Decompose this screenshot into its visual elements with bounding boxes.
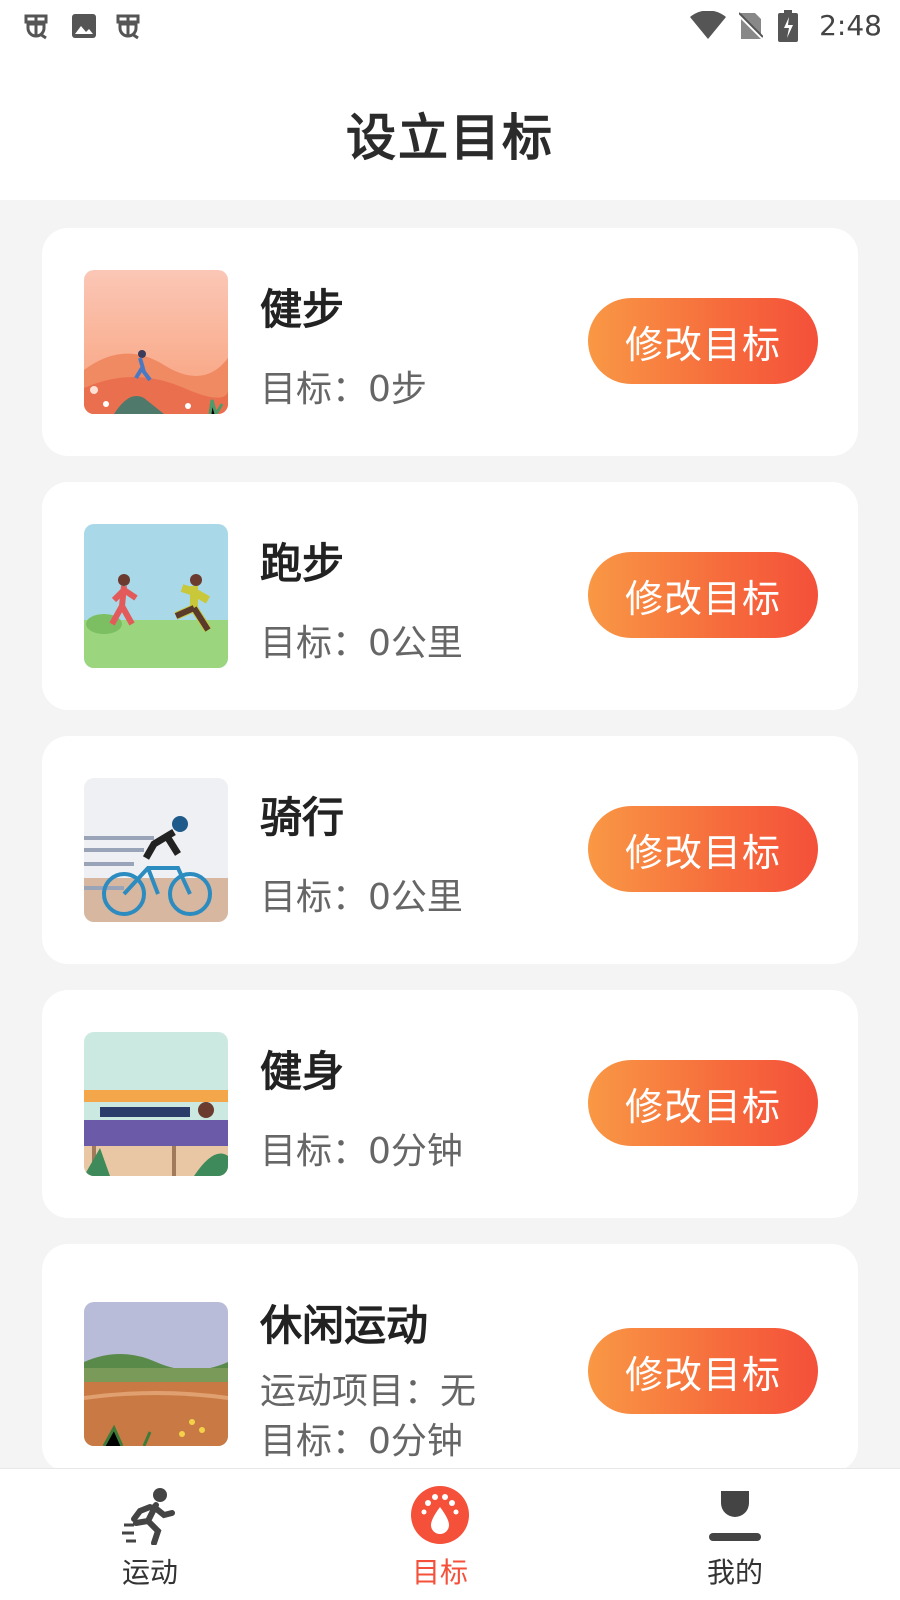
edit-goal-button[interactable]: 修改目标 <box>588 552 818 638</box>
nav-label: 目标 <box>411 1556 468 1589</box>
goal-card-running: 跑步 目标：0公里 修改目标 <box>42 482 858 710</box>
goal-card-leisure: 休闲运动 运动项目：无 目标：0分钟 修改目标 <box>42 1244 858 1470</box>
goal-card-cycling: 骑行 目标：0公里 修改目标 <box>42 736 858 964</box>
target-drop-icon <box>410 1485 470 1545</box>
goal-sport-item: 运动项目：无 <box>260 1371 477 1412</box>
edit-goal-button[interactable]: 修改目标 <box>588 298 818 384</box>
nav-item-profile[interactable]: 我的 <box>585 1469 885 1600</box>
battery-charging-icon <box>776 8 800 44</box>
goal-title: 健身 <box>260 1047 345 1096</box>
bug-icon <box>18 8 54 44</box>
goal-list[interactable]: 健步 目标：0步 修改目标 跑步 目标：0公里 修改目标 骑行 目标：0公里 修… <box>0 200 900 1470</box>
nav-label: 我的 <box>706 1556 763 1589</box>
status-bar: 2:48 <box>0 0 900 52</box>
status-time: 2:48 <box>819 9 882 42</box>
goal-value: 目标：0公里 <box>260 877 463 918</box>
nav-item-sport[interactable]: 运动 <box>0 1469 300 1600</box>
bottom-nav: 运动 目标 我的 <box>0 1468 900 1600</box>
goal-value: 目标：0分钟 <box>260 1421 463 1462</box>
leisure-illustration <box>84 1302 228 1446</box>
running-person-icon <box>120 1485 180 1546</box>
running-illustration <box>84 524 228 668</box>
goal-title: 骑行 <box>260 793 345 842</box>
image-icon <box>66 8 102 44</box>
goal-title: 休闲运动 <box>260 1301 429 1350</box>
page-title: 设立目标 <box>346 109 554 167</box>
cycling-illustration <box>84 778 228 922</box>
wifi-icon <box>688 8 728 44</box>
edit-goal-button[interactable]: 修改目标 <box>588 806 818 892</box>
header: 设立目标 <box>0 52 900 200</box>
goal-value: 目标：0步 <box>260 369 427 410</box>
goal-card-fitness: 健身 目标：0分钟 修改目标 <box>42 990 858 1218</box>
no-sim-icon <box>736 8 766 44</box>
nav-item-goal[interactable]: 目标 <box>290 1469 590 1600</box>
edit-goal-button[interactable]: 修改目标 <box>588 1328 818 1414</box>
walking-illustration <box>84 270 228 414</box>
goal-title: 跑步 <box>260 539 345 588</box>
goal-value: 目标：0公里 <box>260 623 463 664</box>
profile-icon <box>705 1485 765 1545</box>
goal-title: 健步 <box>260 285 345 334</box>
bug-icon <box>110 8 146 44</box>
goal-card-walking: 健步 目标：0步 修改目标 <box>42 228 858 456</box>
fitness-illustration <box>84 1032 228 1176</box>
goal-value: 目标：0分钟 <box>260 1131 463 1172</box>
edit-goal-button[interactable]: 修改目标 <box>588 1060 818 1146</box>
nav-label: 运动 <box>121 1556 178 1589</box>
